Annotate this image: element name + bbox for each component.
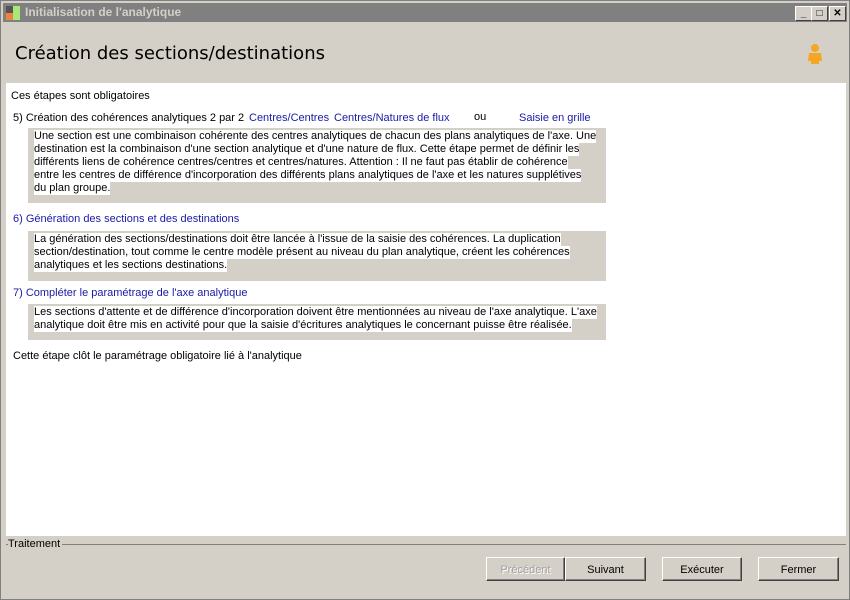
step6-description: La génération des sections/destinations …	[28, 231, 606, 281]
description-line: La génération des sections/destinations …	[34, 233, 561, 246]
title-bar[interactable]: Initialisation de l'analytique _ □ ✕	[3, 3, 847, 22]
user-icon	[808, 44, 822, 64]
maximize-button[interactable]: □	[811, 6, 828, 21]
header: Création des sections/destinations	[3, 23, 847, 83]
description-line: section/destination, tout comme le centr…	[34, 246, 570, 259]
previous-button[interactable]: Précédent	[486, 557, 565, 581]
execute-button[interactable]: Exécuter	[662, 557, 742, 581]
minimize-button[interactable]: _	[795, 6, 812, 21]
link-centres-natures[interactable]: Centres/Natures de flux	[334, 112, 450, 124]
content-panel: Ces étapes sont obligatoires 5) Création…	[6, 83, 846, 536]
description-line: analytique doit être mis en activité pou…	[34, 319, 572, 332]
step5-label: 5) Création des cohérences analytiques 2…	[13, 112, 245, 124]
treatment-label: Traitement	[8, 538, 63, 550]
description-line: différents liens de cohérence centres/ce…	[34, 156, 568, 169]
description-line: Les sections d'attente et de différence …	[34, 306, 597, 319]
next-button[interactable]: Suivant	[565, 557, 646, 581]
description-line: entre les centres de différence d'incorp…	[34, 169, 582, 182]
intro-text: Ces étapes sont obligatoires	[11, 90, 150, 102]
footer-text: Cette étape clôt le paramétrage obligato…	[13, 350, 302, 362]
step5-description: Une section est une combinaison cohérent…	[28, 128, 606, 203]
description-line: analytiques et les sections destinations…	[34, 259, 228, 272]
page-title: Création des sections/destinations	[15, 43, 325, 64]
description-line: Une section est une combinaison cohérent…	[34, 130, 597, 143]
or-text: ou	[474, 111, 487, 123]
close-dialog-button[interactable]: Fermer	[758, 557, 839, 581]
description-line: du plan groupe.	[34, 182, 111, 195]
step7-description: Les sections d'attente et de différence …	[28, 304, 606, 340]
app-icon	[6, 6, 20, 20]
step7-link[interactable]: 7) Compléter le paramétrage de l'axe ana…	[13, 287, 247, 299]
description-line: destination est la combinaison d'une sec…	[34, 143, 580, 156]
step6-link[interactable]: 6) Génération des sections et des destin…	[13, 213, 239, 225]
close-button[interactable]: ✕	[829, 6, 846, 21]
treatment-group-divider	[6, 544, 846, 545]
dialog-window: Initialisation de l'analytique _ □ ✕ Cré…	[0, 0, 850, 600]
window-title: Initialisation de l'analytique	[25, 5, 182, 19]
link-saisie-grille[interactable]: Saisie en grille	[519, 112, 591, 124]
link-centres-centres[interactable]: Centres/Centres	[249, 112, 329, 124]
